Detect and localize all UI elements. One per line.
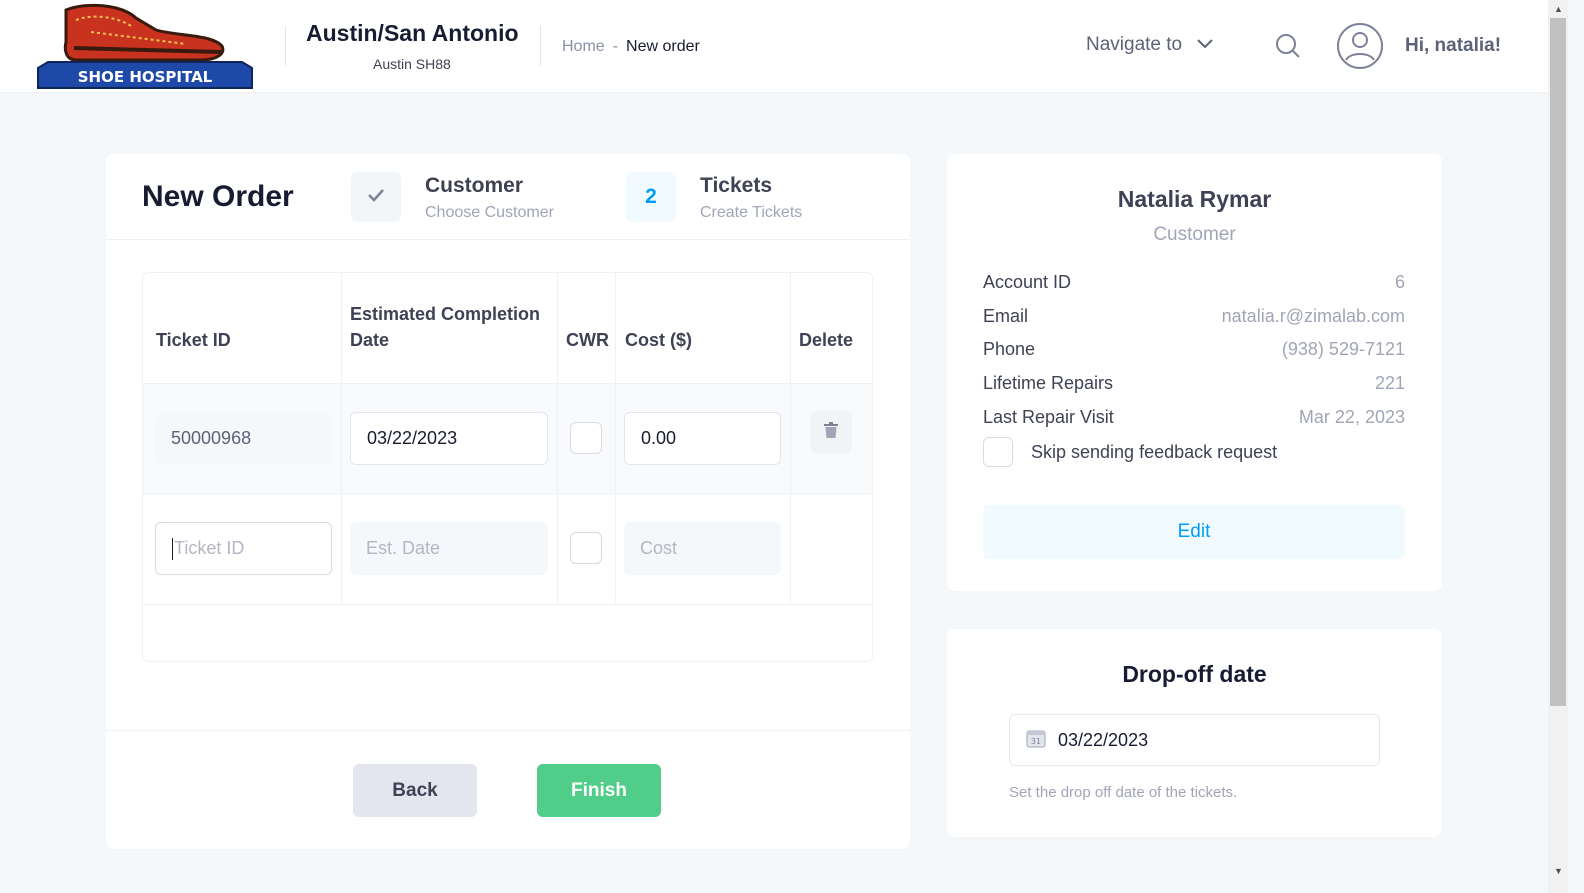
breadcrumb-separator: - bbox=[612, 38, 619, 55]
scroll-down-arrow-icon[interactable]: ▼ bbox=[1554, 866, 1563, 876]
column-divider bbox=[557, 273, 558, 604]
step-customer-subtitle: Choose Customer bbox=[425, 204, 554, 221]
store-subtitle: Austin SH88 bbox=[373, 56, 451, 72]
new-cwr-checkbox[interactable] bbox=[570, 532, 602, 564]
shoe-hospital-logo[interactable]: SHOE HOSPITAL bbox=[36, 2, 254, 92]
step-tickets[interactable]: 2 Tickets Create Tickets bbox=[626, 172, 802, 222]
info-value: Mar 22, 2023 bbox=[1298, 407, 1405, 427]
column-divider bbox=[615, 273, 616, 604]
info-value: (938) 529-7121 bbox=[1281, 339, 1405, 359]
dropoff-card: Drop-off date 31 03/22/2023 Set the drop… bbox=[947, 629, 1442, 837]
card-footer-divider bbox=[106, 730, 910, 731]
header-divider bbox=[285, 26, 286, 66]
search-icon[interactable] bbox=[1274, 32, 1302, 60]
column-header-delete: Delete bbox=[799, 330, 854, 350]
logo-text: SHOE HOSPITAL bbox=[78, 68, 213, 86]
back-button[interactable]: Back bbox=[353, 764, 477, 817]
store-name: Austin/San Antonio bbox=[306, 20, 519, 46]
page-title: New Order bbox=[142, 180, 294, 213]
info-value: natalia.r@zimalab.com bbox=[1221, 306, 1405, 326]
skip-feedback-checkbox[interactable] bbox=[983, 437, 1013, 467]
dropoff-help-text: Set the drop off date of the tickets. bbox=[1009, 784, 1238, 801]
tickets-table: Ticket ID Estimated Completion Date CWR … bbox=[142, 272, 873, 662]
info-label: Account ID bbox=[983, 272, 1072, 292]
delete-ticket-button[interactable] bbox=[810, 411, 852, 453]
dropoff-date-input[interactable]: 31 03/22/2023 bbox=[1009, 714, 1380, 766]
step-customer[interactable]: Customer Choose Customer bbox=[351, 172, 554, 222]
column-divider bbox=[341, 273, 342, 604]
step-tickets-indicator: 2 bbox=[626, 172, 676, 222]
row-divider bbox=[143, 604, 872, 605]
step-tickets-subtitle: Create Tickets bbox=[700, 204, 803, 221]
breadcrumb: Home - New order bbox=[562, 38, 700, 56]
info-label: Lifetime Repairs bbox=[983, 373, 1114, 393]
step-customer-title: Customer bbox=[425, 174, 524, 197]
est-date-field[interactable]: 03/22/2023 bbox=[350, 412, 548, 465]
navigate-to-dropdown[interactable]: Navigate to bbox=[1086, 34, 1214, 56]
column-header-cwr: CWR bbox=[566, 330, 609, 350]
finish-button[interactable]: Finish bbox=[537, 764, 661, 817]
info-row-phone: Phone (938) 529-7121 bbox=[983, 339, 1405, 360]
page-edge bbox=[1568, 0, 1584, 893]
dropoff-date-value: 03/22/2023 bbox=[1058, 729, 1149, 750]
info-row-account-id: Account ID 6 bbox=[983, 272, 1405, 293]
row-divider bbox=[143, 383, 872, 384]
user-avatar-icon[interactable] bbox=[1336, 22, 1384, 70]
step-tickets-title: Tickets bbox=[700, 174, 772, 197]
ticket-id-field: 50000968 bbox=[155, 412, 332, 465]
info-label: Last Repair Visit bbox=[983, 407, 1114, 427]
new-ticket-id-input[interactable]: Ticket ID bbox=[155, 522, 332, 575]
info-row-lifetime-repairs: Lifetime Repairs 221 bbox=[983, 373, 1405, 394]
cost-field[interactable]: 0.00 bbox=[624, 412, 781, 465]
text-caret bbox=[172, 537, 173, 560]
header-divider bbox=[540, 26, 541, 66]
info-value: 221 bbox=[1374, 373, 1405, 393]
info-label: Phone bbox=[983, 339, 1036, 359]
dropoff-title: Drop-off date bbox=[1122, 661, 1267, 687]
top-header: SHOE HOSPITAL Austin/San Antonio Austin … bbox=[0, 0, 1548, 93]
info-row-email: Email natalia.r@zimalab.com bbox=[983, 306, 1405, 327]
info-row-last-repair-visit: Last Repair Visit Mar 22, 2023 bbox=[983, 407, 1405, 428]
edit-customer-button[interactable]: Edit bbox=[983, 505, 1405, 559]
calendar-icon: 31 bbox=[1026, 728, 1046, 753]
chevron-down-icon bbox=[1196, 34, 1214, 56]
cwr-checkbox[interactable] bbox=[570, 422, 602, 454]
card-divider bbox=[106, 239, 910, 240]
step-customer-indicator bbox=[351, 172, 401, 222]
svg-text:31: 31 bbox=[1031, 737, 1041, 746]
new-ticket-id-placeholder: Ticket ID bbox=[174, 538, 245, 558]
skip-feedback-label[interactable]: Skip sending feedback request bbox=[1031, 442, 1277, 463]
scrollbar-thumb[interactable] bbox=[1550, 18, 1566, 706]
info-label: Email bbox=[983, 306, 1029, 326]
column-header-ticket-id: Ticket ID bbox=[156, 330, 231, 350]
customer-role: Customer bbox=[1153, 224, 1236, 245]
check-icon bbox=[367, 188, 385, 207]
column-header-cost: Cost ($) bbox=[625, 330, 692, 350]
navigate-to-label: Navigate to bbox=[1086, 34, 1183, 55]
skip-feedback-row: Skip sending feedback request bbox=[983, 437, 1277, 467]
customer-name: Natalia Rymar bbox=[1117, 186, 1272, 212]
info-value: 6 bbox=[1394, 272, 1405, 292]
breadcrumb-current: New order bbox=[626, 38, 700, 55]
column-divider bbox=[790, 273, 791, 604]
column-header-est-date: Estimated Completion Date bbox=[350, 304, 541, 350]
scroll-up-arrow-icon[interactable]: ▲ bbox=[1554, 4, 1563, 14]
trash-icon bbox=[824, 421, 838, 443]
breadcrumb-home-link[interactable]: Home bbox=[562, 38, 605, 56]
user-greeting[interactable]: Hi, natalia! bbox=[1405, 35, 1501, 57]
new-est-date-input[interactable]: Est. Date bbox=[350, 522, 548, 575]
step-number: 2 bbox=[645, 185, 657, 208]
new-cost-input[interactable]: Cost bbox=[624, 522, 781, 575]
new-order-card: New Order Customer Choose Customer 2 Tic… bbox=[106, 154, 910, 849]
customer-card: Natalia Rymar Customer Account ID 6 Emai… bbox=[947, 154, 1442, 591]
row-divider bbox=[143, 493, 872, 494]
